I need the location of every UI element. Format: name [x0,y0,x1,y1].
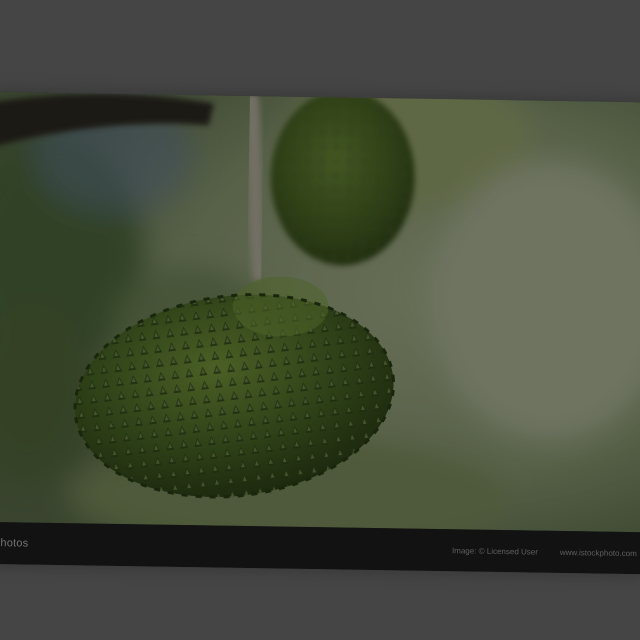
source-link[interactable]: www.istockphoto.com [560,547,637,557]
caption-bar: Photos Image: © Licensed User www.istock… [0,521,640,575]
screen: Photos Image: © Licensed User www.istock… [0,0,640,640]
caption-label: Photos [0,537,29,550]
image-panel: Photos Image: © Licensed User www.istock… [0,92,640,575]
durian-photo [0,92,640,533]
image-credit: Image: © Licensed User [451,545,538,557]
caption-credits: Image: © Licensed User www.istockphoto.c… [452,546,637,558]
